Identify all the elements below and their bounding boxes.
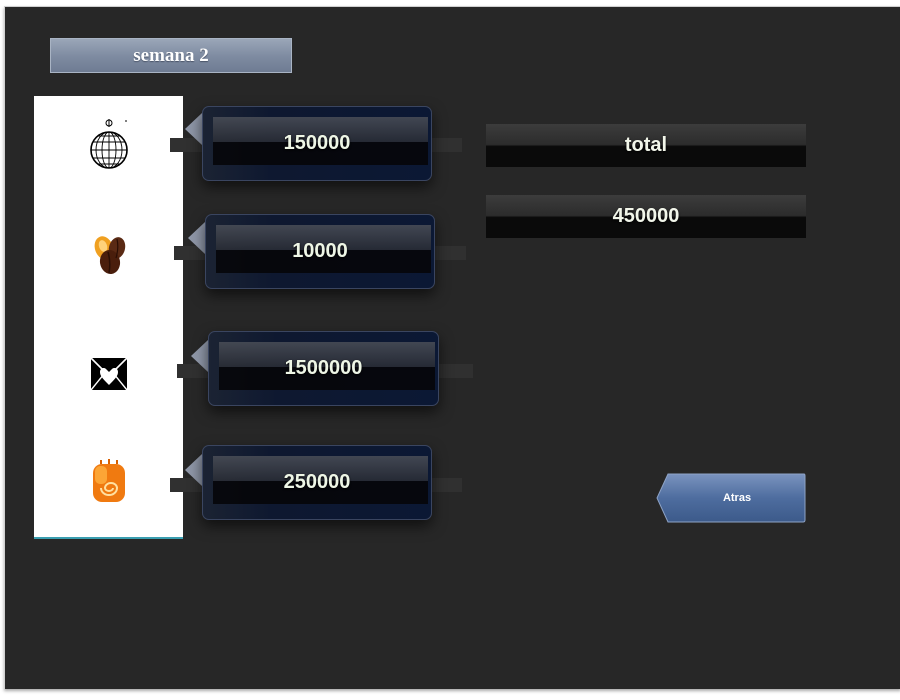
value-text: 10000 [292, 240, 348, 262]
pointer-arrow [191, 340, 208, 372]
icon-panel [34, 96, 183, 539]
total-label: total [486, 124, 806, 167]
value-box-1: 150000 [202, 106, 432, 181]
disco-ball-icon [34, 115, 183, 175]
app-window: semana 2 150000 10000 1500000 250000 tot… [4, 6, 900, 689]
back-button[interactable]: Atras [656, 473, 806, 523]
pointer-arrow [185, 454, 202, 486]
back-button-label: Atras [722, 492, 752, 504]
candy-roll-icon [34, 452, 183, 512]
value-text: 1500000 [284, 357, 363, 379]
heart-envelope-icon [34, 344, 183, 404]
pointer-arrow [185, 113, 202, 145]
cocoa-beans-icon [34, 223, 183, 283]
value-box-3: 1500000 [208, 331, 439, 406]
pointer-arrow [188, 222, 205, 254]
value-text: 150000 [283, 132, 351, 154]
value-box-4: 250000 [202, 445, 432, 520]
page-title: semana 2 [50, 38, 292, 73]
total-value: 450000 [486, 195, 806, 238]
value-box-2: 10000 [205, 214, 435, 289]
value-text: 250000 [283, 471, 351, 493]
